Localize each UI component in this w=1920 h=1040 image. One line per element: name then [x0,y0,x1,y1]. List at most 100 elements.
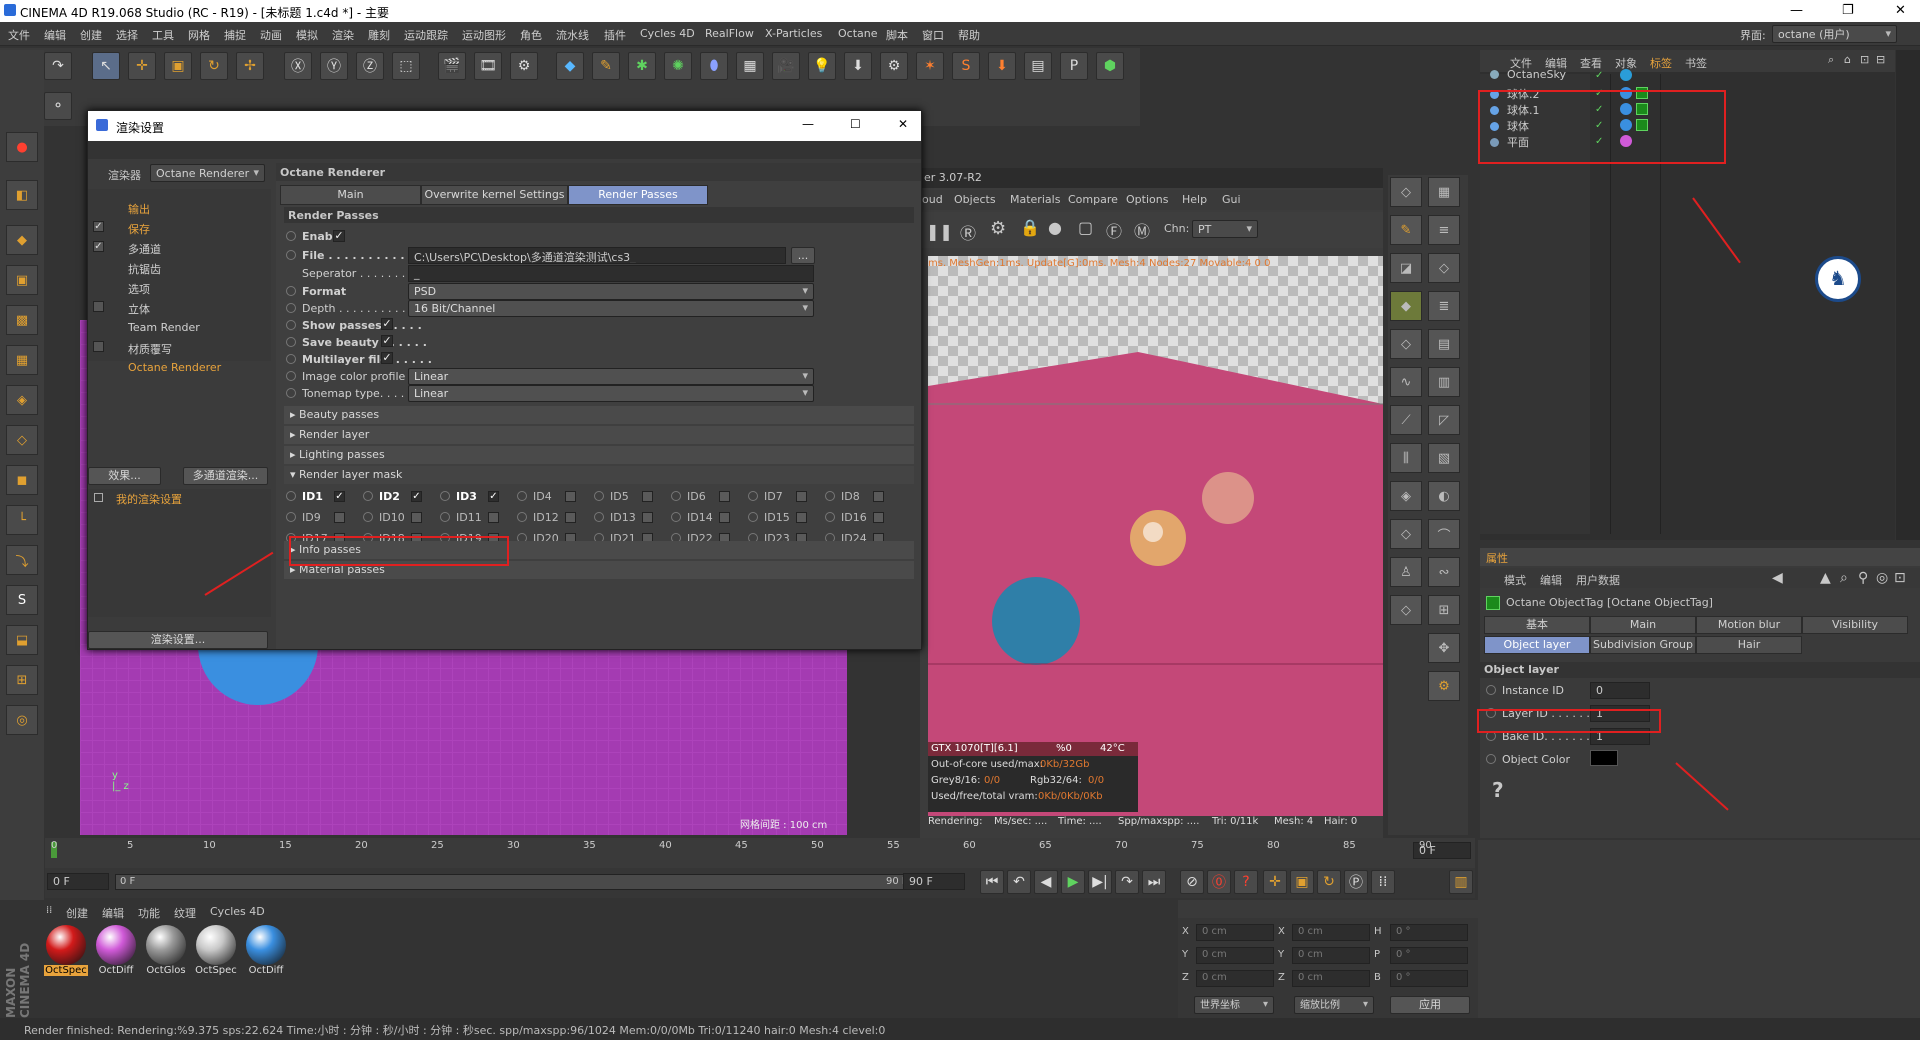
attr-tab-subdivision[interactable]: Subdivision Group [1590,636,1696,654]
goto-end-icon[interactable]: ⏭ [1142,870,1166,894]
tree-item[interactable]: 选项 [128,281,150,297]
light-icon[interactable]: 💡 [808,52,836,80]
knife-icon[interactable]: ⟋ [1390,405,1422,435]
coord-value-field[interactable]: 0 cm [1196,947,1274,964]
start-frame-field[interactable]: 0 F [47,873,109,890]
apply-button[interactable]: 应用 [1390,996,1470,1014]
goto-start-icon[interactable]: ⏮ [980,870,1004,894]
prev-key-icon[interactable]: ↶ [1007,870,1031,894]
attr-tab-basic[interactable]: 基本 [1484,616,1590,634]
dialog-maximize-icon[interactable]: ☐ [850,117,861,131]
pen-icon[interactable]: ✎ [592,52,620,80]
move-tool-icon[interactable]: ✛ [128,52,156,80]
menu-mesh[interactable]: 网格 [188,27,210,43]
channel-select[interactable]: PT [1192,220,1258,238]
render-view-icon[interactable]: 🎬 [438,52,466,80]
dialog-minimize-icon[interactable]: — [802,117,814,131]
lathe-icon[interactable]: ⌒ [1428,519,1460,549]
loft-icon[interactable]: ∾ [1428,557,1460,587]
select-tool-icon[interactable]: ↖ [92,52,120,80]
material-swatch[interactable]: OctGlos [144,925,188,981]
id-checkbox[interactable]: ✓ [488,491,499,502]
camera-icon[interactable]: 🎥 [772,52,800,80]
checker-mode-icon[interactable]: ▩ [6,305,38,335]
multilayer-checkbox[interactable]: ✓ [381,352,393,364]
id-checkbox[interactable] [873,491,884,502]
plane-stack-icon[interactable]: ▤ [1428,329,1460,359]
fcurve-icon[interactable]: ▥ [1449,870,1473,894]
id-checkbox[interactable] [719,491,730,502]
tree-checkbox[interactable] [93,301,104,312]
file-path-field[interactable]: C:\Users\PC\Desktop\多通道渲染测试\cs3_ [408,247,786,264]
scale-tool-icon[interactable]: ▣ [164,52,192,80]
minimize-icon[interactable]: — [1790,3,1803,18]
auto-key-icon[interactable]: ⓪ [1207,870,1231,894]
menu-animate[interactable]: 动画 [260,27,282,43]
menu-sculpt[interactable]: 雕刻 [368,27,390,43]
play-icon[interactable]: ▶ [1061,870,1085,894]
id-checkbox[interactable]: ✓ [411,491,422,502]
menu-file[interactable]: 文件 [8,27,30,43]
id-checkbox[interactable] [411,512,422,523]
tree-checkbox[interactable] [93,341,104,352]
instance-id-field[interactable]: 0 [1590,682,1650,699]
picture-icon[interactable]: ▤ [1024,52,1052,80]
end-frame-field[interactable]: 90 F [903,873,965,890]
save-beauty-checkbox[interactable]: ✓ [381,335,393,347]
view-grid-icon[interactable]: ▦ [1428,177,1460,207]
prev-frame-icon[interactable]: ◀ [1034,870,1058,894]
coord-value-field[interactable]: 0 cm [1196,924,1274,941]
cube2-icon[interactable]: ◈ [1390,481,1422,511]
octane-menu-materials[interactable]: Materials [1010,193,1060,206]
section-beauty-passes[interactable]: ▸ Beauty passes [284,406,914,424]
key-scale-icon[interactable]: ▣ [1290,870,1314,894]
material-swatch[interactable]: OctDiff [244,925,288,981]
cube-icon[interactable]: ◆ [556,52,584,80]
grid-mode-icon[interactable]: ▦ [6,345,38,375]
sweep-icon[interactable]: ▧ [1428,443,1460,473]
view-cube-icon[interactable]: ◇ [1390,177,1422,207]
cube4-icon[interactable]: ◇ [1390,595,1422,625]
attr-tab-hair[interactable]: Hair [1696,636,1802,654]
close-icon[interactable]: ✕ [1895,3,1906,18]
back-arrow-icon[interactable]: ◀ [1772,570,1783,586]
render-settings-icon[interactable]: ⚙ [510,52,538,80]
snap-icon[interactable]: S [6,585,38,615]
octane-menu-cloud[interactable]: oud [922,193,943,206]
id-checkbox[interactable]: ✓ [334,491,345,502]
object-mode-icon[interactable]: ◆ [6,225,38,255]
tree-checkbox[interactable]: ✓ [93,241,104,252]
material-tag-icon[interactable] [1620,69,1632,81]
menu-script[interactable]: 脚本 [886,27,908,43]
mat-menu-function[interactable]: 功能 [138,905,160,921]
lock-render-icon[interactable]: 🔒 [1020,218,1040,237]
slice-icon[interactable]: ◪ [1390,253,1422,283]
menu-character[interactable]: 角色 [520,27,542,43]
material-swatch[interactable]: OctSpec [44,925,88,981]
material-swatch[interactable]: OctDiff [94,925,138,981]
coord-value-field[interactable]: 0 cm [1292,924,1370,941]
tree-item[interactable]: 保存 [128,221,150,237]
mat-menu-cycles4d[interactable]: Cycles 4D [210,905,265,918]
picker-icon[interactable]: Ⓜ [1134,218,1150,242]
magnet-icon[interactable]: ⊞ [6,665,38,695]
separator-field[interactable]: _ [408,265,814,282]
color-profile-select[interactable]: Linear [408,368,814,385]
cloner-icon[interactable]: ⊞ [1428,595,1460,625]
attr-menu-mode[interactable]: 模式 [1504,572,1526,588]
section-lighting-passes[interactable]: ▸ Lighting passes [284,446,914,464]
attr-menu-edit[interactable]: 编辑 [1540,572,1562,588]
transform-tool-icon[interactable]: ✢ [236,52,264,80]
frame-icon[interactable]: ▢ [1078,218,1093,237]
attr-menu-userdata[interactable]: 用户数据 [1576,572,1620,588]
coord-value-field[interactable]: 0 cm [1292,947,1370,964]
render-picture-viewer-icon[interactable]: 🎞 [474,52,502,80]
menu-simulate[interactable]: 模拟 [296,27,318,43]
attr-target-icon[interactable]: ◎ [1876,570,1888,586]
subdivision-icon[interactable]: ✱ [628,52,656,80]
next-key-icon[interactable]: ↷ [1115,870,1139,894]
array-icon[interactable]: ✺ [664,52,692,80]
range-slider[interactable]: 0 F 90 F [115,874,925,890]
coord-world-select[interactable]: 世界坐标 [1194,996,1274,1014]
menu-pipeline[interactable]: 流水线 [556,27,589,43]
